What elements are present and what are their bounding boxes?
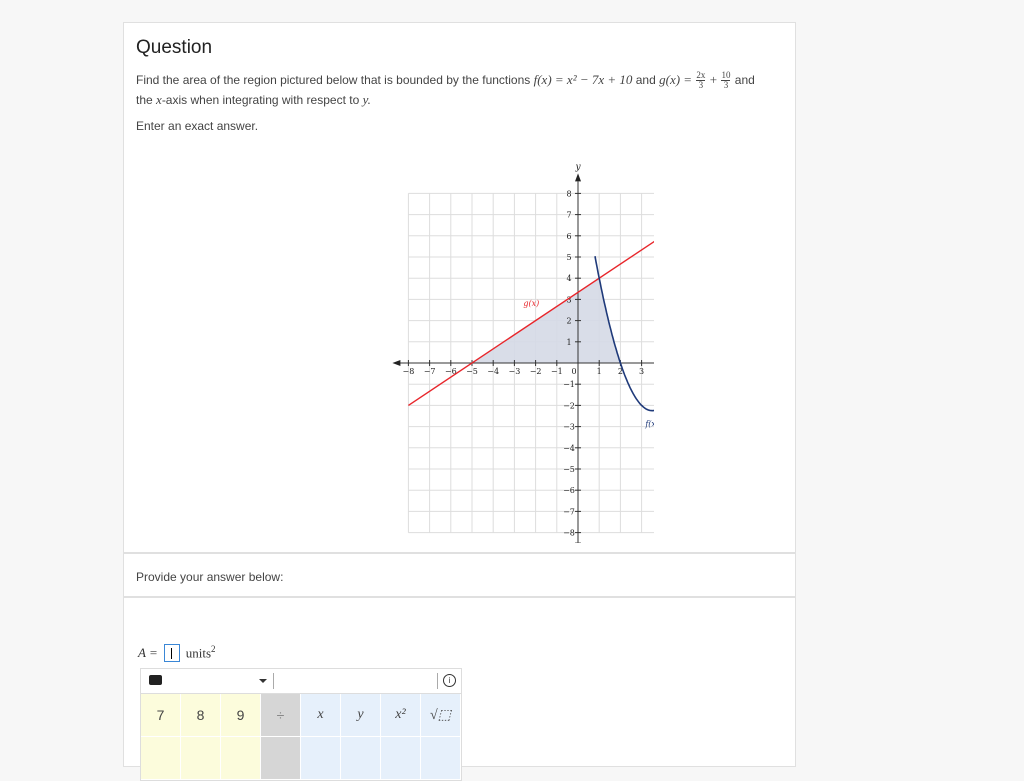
math-keyboard: i 789÷xyx²√⬚: [140, 668, 462, 781]
g-formula-prefix: g(x) =: [659, 72, 692, 87]
x-tick-label: −8: [403, 367, 415, 376]
x-tick-label: −2: [530, 367, 542, 376]
line2-mid: -axis when integrating with respect to: [162, 93, 359, 107]
prompt-text: Provide your answer below:: [136, 570, 283, 584]
answer-input[interactable]: [164, 644, 180, 662]
y-axis-arrow-up: [575, 173, 581, 181]
y-tick-label: 4: [566, 274, 571, 283]
y-tick-label: 1: [566, 338, 571, 347]
answer-card: A = units2 i 789÷xyx²√⬚: [123, 597, 796, 767]
info-icon[interactable]: i: [443, 674, 456, 687]
question-card: Question Find the area of the region pic…: [123, 22, 796, 553]
y-tick-label: 8: [566, 189, 571, 198]
keyboard-keys: 789÷xyx²√⬚: [141, 694, 461, 780]
and-text: and: [636, 73, 656, 87]
y-tick-label: −6: [563, 486, 575, 495]
key-5[interactable]: y: [341, 694, 381, 737]
y-tick-label: −3: [563, 423, 575, 432]
toolbar-divider: [273, 673, 274, 689]
y-tick-label: 5: [566, 253, 571, 262]
y-tick-label: −2: [563, 401, 575, 410]
y-var: y.: [363, 92, 371, 107]
y-tick-label: 2: [566, 317, 571, 326]
x-tick-label: −5: [466, 367, 478, 376]
key-4[interactable]: x: [301, 694, 341, 737]
key-row2-7[interactable]: [421, 737, 461, 780]
key-row2-2[interactable]: [221, 737, 261, 780]
y-axis-label: y: [574, 162, 581, 172]
x-tick-label: −3: [509, 367, 521, 376]
g-frac-1: 2x3: [696, 71, 705, 90]
y-tick-label: 7: [566, 211, 571, 220]
key-row2-1[interactable]: [181, 737, 221, 780]
x-tick-label: 0: [571, 367, 576, 376]
question-title: Question: [136, 37, 212, 59]
key-row2-6[interactable]: [381, 737, 421, 780]
key-row2-0[interactable]: [141, 737, 181, 780]
enter-exact-note: Enter an exact answer.: [136, 119, 258, 133]
toolbar-divider-right: [437, 673, 438, 689]
question-text: Find the area of the region pictured bel…: [136, 70, 786, 110]
x-tick-label: −4: [487, 367, 499, 376]
key-7[interactable]: √⬚: [421, 694, 461, 737]
keyboard-toolbar: i: [141, 669, 461, 694]
x-tick-label: −1: [551, 367, 563, 376]
y-tick-label: −5: [563, 465, 575, 474]
curve-label-0: g(x): [523, 299, 539, 308]
y-tick-label: 6: [566, 232, 571, 241]
answer-lhs: A =: [138, 645, 158, 661]
x-tick-label: −7: [424, 367, 436, 376]
and-text-2: and: [735, 73, 755, 87]
key-1[interactable]: 8: [181, 694, 221, 737]
curve-label-1: f(x): [644, 420, 654, 429]
prompt-card: Provide your answer below:: [123, 553, 796, 597]
y-tick-label: −1: [563, 380, 575, 389]
graph: xy−8−7−6−5−4−3−2−1012345678−8−7−6−5−4−3−…: [274, 143, 654, 543]
key-3[interactable]: ÷: [261, 694, 301, 737]
f-formula: f(x) = x² − 7x + 10: [534, 72, 633, 87]
key-row2-3[interactable]: [261, 737, 301, 780]
y-tick-label: −7: [563, 507, 575, 516]
key-6[interactable]: x²: [381, 694, 421, 737]
answer-units: units2: [186, 644, 216, 661]
key-row2-4[interactable]: [301, 737, 341, 780]
answer-row: A = units2: [138, 644, 216, 662]
g-frac-2: 103: [721, 71, 730, 90]
x-tick-label: 3: [639, 367, 644, 376]
x-tick-label: 1: [597, 367, 602, 376]
question-text-prefix: Find the area of the region pictured bel…: [136, 73, 530, 87]
line2-prefix: the: [136, 93, 153, 107]
key-row2-5[interactable]: [341, 737, 381, 780]
y-tick-label: −8: [563, 529, 575, 538]
dropdown-caret-icon[interactable]: [259, 679, 267, 683]
keyboard-icon[interactable]: [149, 675, 162, 685]
key-2[interactable]: 9: [221, 694, 261, 737]
key-0[interactable]: 7: [141, 694, 181, 737]
y-tick-label: −4: [563, 444, 575, 453]
plus-sign: +: [710, 72, 717, 87]
x-axis-arrow-left: [392, 360, 400, 366]
